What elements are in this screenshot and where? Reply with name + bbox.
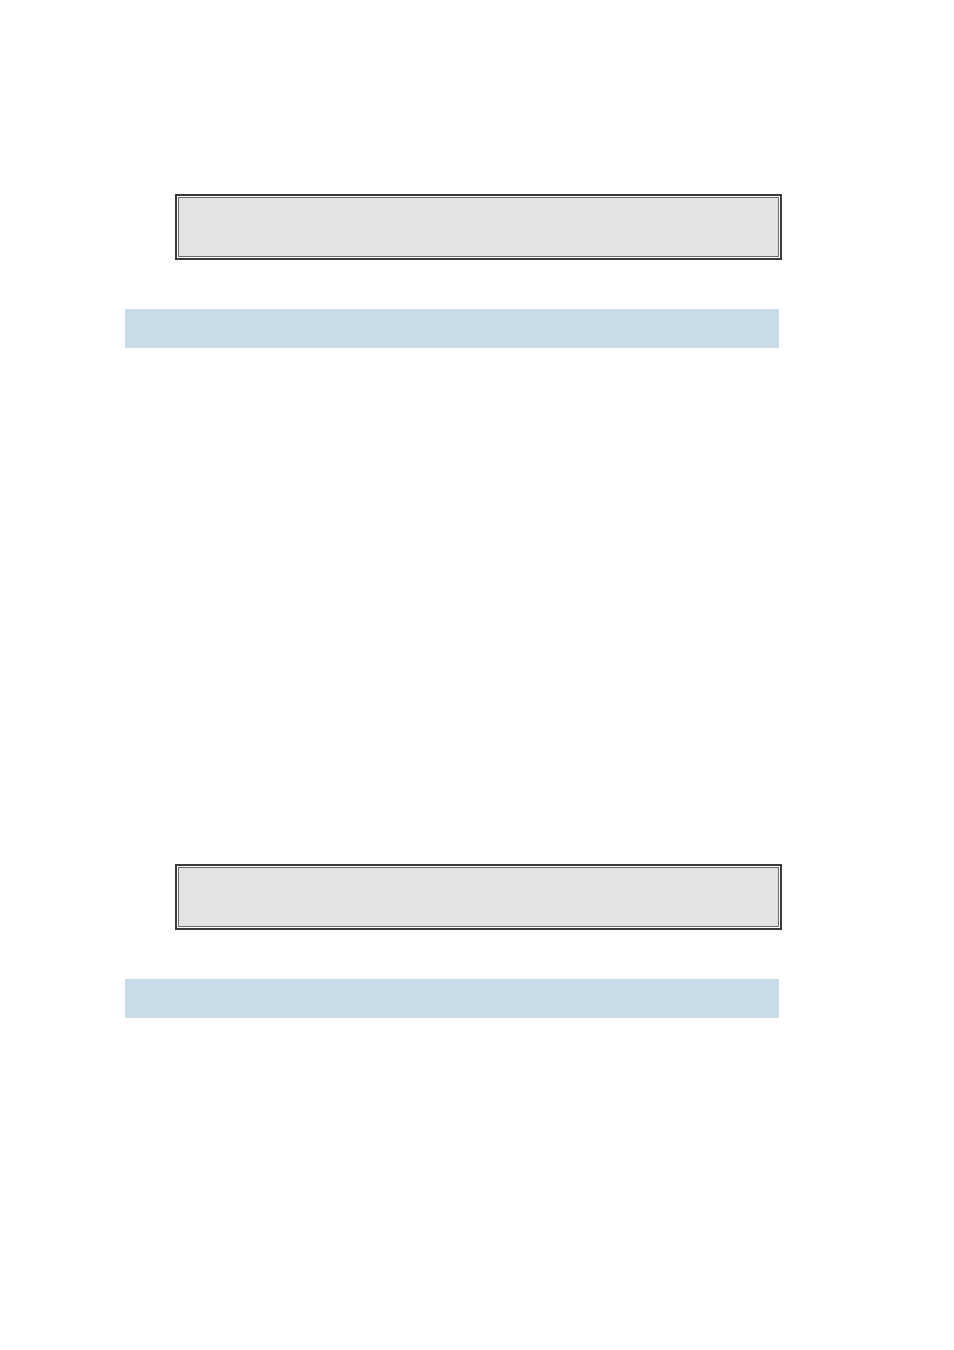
document-page bbox=[0, 0, 954, 1350]
band-top bbox=[125, 309, 779, 348]
panel-top bbox=[178, 197, 779, 257]
panel-bottom bbox=[178, 867, 779, 927]
band-bottom bbox=[125, 979, 779, 1018]
